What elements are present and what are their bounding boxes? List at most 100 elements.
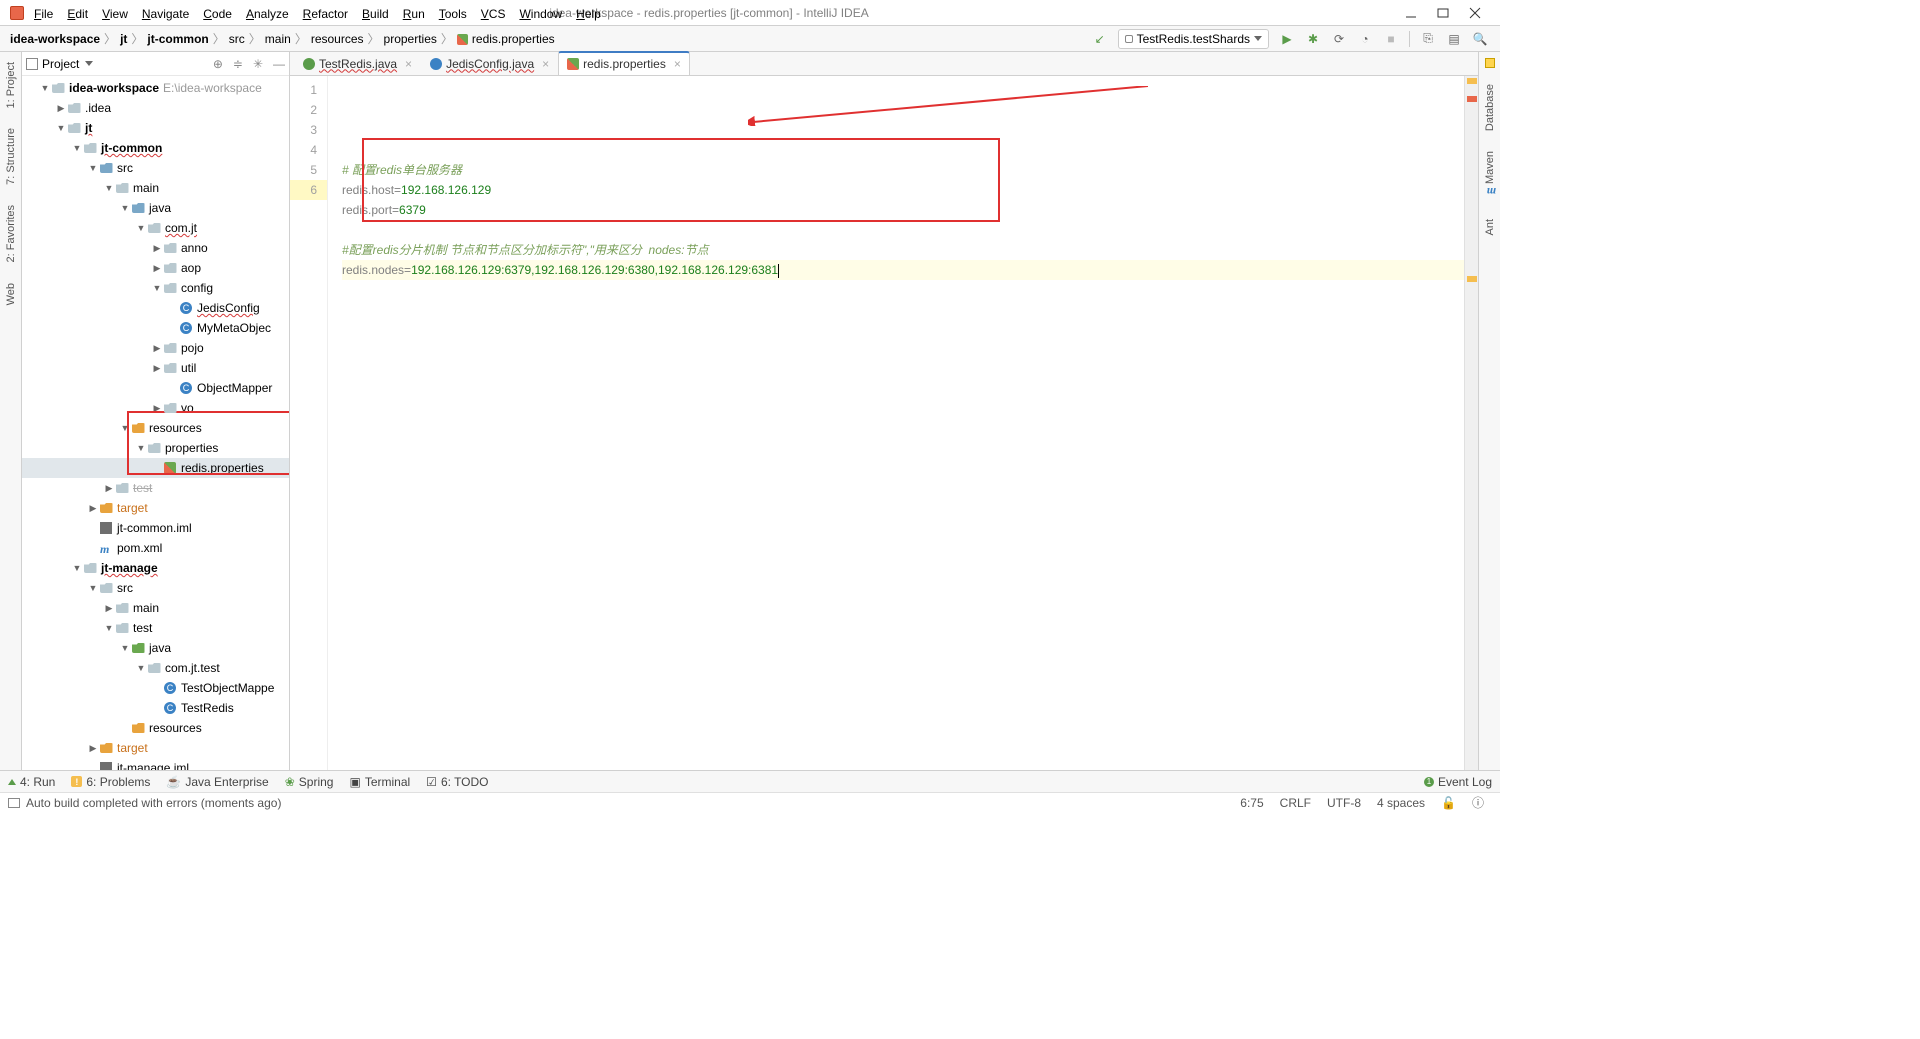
breadcrumb-item[interactable]: main bbox=[261, 32, 295, 46]
menu-build[interactable]: Build bbox=[356, 5, 395, 23]
tool-web[interactable]: Web bbox=[5, 279, 17, 309]
editor-tab[interactable]: TestRedis.java× bbox=[294, 51, 421, 75]
tree-item[interactable]: ▶pojo bbox=[22, 338, 289, 358]
bottom-tool-todo[interactable]: ☑6: TODO bbox=[426, 775, 488, 789]
code-line[interactable]: #配置redis分片机制 节点和节点区分加标示符","用来区分 nodes:节点 bbox=[342, 240, 1464, 260]
code-line[interactable]: redis.nodes=192.168.126.129:6379,192.168… bbox=[342, 260, 1464, 280]
tool-favorites[interactable]: 2: Favorites bbox=[5, 201, 17, 266]
profile-icon[interactable]: ◔ bbox=[1357, 31, 1373, 47]
tool-database[interactable]: Database bbox=[1484, 80, 1496, 135]
tool-ant[interactable]: Ant bbox=[1484, 215, 1496, 240]
breadcrumb-item[interactable]: properties bbox=[380, 32, 441, 46]
minimize-button[interactable] bbox=[1404, 6, 1418, 20]
tree-item[interactable]: CMyMetaObjec bbox=[22, 318, 289, 338]
menu-help[interactable]: Help bbox=[570, 5, 607, 23]
tree-item[interactable]: redis.properties bbox=[22, 458, 289, 478]
tree-item[interactable]: ▼config bbox=[22, 278, 289, 298]
editor-tab[interactable]: redis.properties× bbox=[558, 51, 690, 75]
tree-item[interactable]: ▼java bbox=[22, 638, 289, 658]
error-marker[interactable] bbox=[1467, 96, 1477, 102]
menu-edit[interactable]: Edit bbox=[61, 5, 94, 23]
project-panel-header[interactable]: Project ⊕ ≑ ✳ — bbox=[22, 52, 289, 76]
menu-code[interactable]: Code bbox=[197, 5, 238, 23]
bottom-tool-spring[interactable]: ❀Spring bbox=[285, 775, 334, 789]
editor-tab[interactable]: JedisConfig.java× bbox=[421, 51, 558, 75]
menu-navigate[interactable]: Navigate bbox=[136, 5, 195, 23]
tree-item[interactable]: ▼jt-common bbox=[22, 138, 289, 158]
close-tab-icon[interactable]: × bbox=[542, 57, 549, 71]
tree-item[interactable]: ▼resources bbox=[22, 418, 289, 438]
tree-item[interactable]: ▼com.jt bbox=[22, 218, 289, 238]
breadcrumb-item[interactable]: jt-common bbox=[143, 32, 212, 46]
code-line[interactable]: # 配置redis单台服务器 bbox=[342, 160, 1464, 180]
tool-maven[interactable]: m Maven bbox=[1484, 147, 1496, 203]
breadcrumb-item[interactable]: jt bbox=[116, 32, 131, 46]
tree-item[interactable]: CObjectMapper bbox=[22, 378, 289, 398]
run-icon[interactable]: ▶ bbox=[1279, 31, 1295, 47]
bottom-tool-terminal[interactable]: ▣Terminal bbox=[349, 775, 410, 789]
tree-item[interactable]: CTestRedis bbox=[22, 698, 289, 718]
tree-item[interactable]: ▼jt bbox=[22, 118, 289, 138]
code-line[interactable] bbox=[342, 220, 1464, 240]
project-structure-icon[interactable]: ▤ bbox=[1446, 31, 1462, 47]
project-tree[interactable]: ▼idea-workspaceE:\idea-workspace▶.idea▼j… bbox=[22, 76, 289, 770]
collapse-icon[interactable]: ≑ bbox=[233, 57, 243, 71]
tree-item[interactable]: mpom.xml bbox=[22, 538, 289, 558]
run-config-selector[interactable]: TestRedis.testShards bbox=[1118, 29, 1269, 49]
menu-file[interactable]: File bbox=[28, 5, 59, 23]
tree-item[interactable]: ▼properties bbox=[22, 438, 289, 458]
menu-view[interactable]: View bbox=[96, 5, 134, 23]
settings-icon[interactable]: ✳ bbox=[253, 57, 263, 71]
bottom-tool-problems[interactable]: !6: Problems bbox=[71, 775, 150, 789]
tree-item[interactable]: ▶target bbox=[22, 738, 289, 758]
tree-item[interactable]: jt-common.iml bbox=[22, 518, 289, 538]
encoding[interactable]: UTF-8 bbox=[1319, 796, 1369, 810]
tree-item[interactable]: ▶util bbox=[22, 358, 289, 378]
breadcrumb-item[interactable]: src bbox=[225, 32, 249, 46]
code-line[interactable]: redis.port=6379 bbox=[342, 200, 1464, 220]
tree-item[interactable]: ▶target bbox=[22, 498, 289, 518]
code-editor[interactable]: # 配置redis单台服务器redis.host=192.168.126.129… bbox=[328, 76, 1464, 770]
indent[interactable]: 4 spaces bbox=[1369, 796, 1433, 810]
search-icon[interactable]: 🔍 bbox=[1472, 31, 1488, 47]
stop-icon[interactable]: ■ bbox=[1383, 31, 1399, 47]
menu-run[interactable]: Run bbox=[397, 5, 431, 23]
tree-item[interactable]: ▶anno bbox=[22, 238, 289, 258]
memory-indicator[interactable]: ⓘ bbox=[1464, 794, 1492, 811]
code-line[interactable]: redis.host=192.168.126.129 bbox=[342, 180, 1464, 200]
tree-item[interactable]: ▼src bbox=[22, 578, 289, 598]
menu-vcs[interactable]: VCS bbox=[475, 5, 512, 23]
tree-item[interactable]: ▼idea-workspaceE:\idea-workspace bbox=[22, 78, 289, 98]
warning-marker[interactable] bbox=[1467, 78, 1477, 84]
tree-item[interactable]: ▼test bbox=[22, 618, 289, 638]
tree-item[interactable]: jt-manage.iml bbox=[22, 758, 289, 770]
breadcrumb-item[interactable]: resources bbox=[307, 32, 368, 46]
bottom-tool-javaenterprise[interactable]: ☕Java Enterprise bbox=[166, 775, 268, 789]
breadcrumb-item[interactable]: idea-workspace bbox=[6, 32, 104, 46]
bottom-tool-run[interactable]: 4: Run bbox=[8, 775, 55, 789]
tree-item[interactable]: ▼jt-manage bbox=[22, 558, 289, 578]
tree-item[interactable]: ▶aop bbox=[22, 258, 289, 278]
debug-icon[interactable]: ✱ bbox=[1305, 31, 1321, 47]
locate-icon[interactable]: ⊕ bbox=[213, 57, 223, 71]
coverage-icon[interactable]: ⟳ bbox=[1331, 31, 1347, 47]
tree-item[interactable]: resources bbox=[22, 718, 289, 738]
event-log-button[interactable]: 1 Event Log bbox=[1424, 775, 1492, 789]
tree-item[interactable]: ▼java bbox=[22, 198, 289, 218]
menu-refactor[interactable]: Refactor bbox=[297, 5, 354, 23]
menu-analyze[interactable]: Analyze bbox=[240, 5, 295, 23]
tree-item[interactable]: ▶main bbox=[22, 598, 289, 618]
build-icon[interactable]: ↙ bbox=[1092, 31, 1108, 47]
close-button[interactable] bbox=[1468, 6, 1482, 20]
vcs-icon[interactable]: ⎘ bbox=[1420, 31, 1436, 47]
tree-item[interactable]: CTestObjectMappe bbox=[22, 678, 289, 698]
close-tab-icon[interactable]: × bbox=[405, 57, 412, 71]
tree-item[interactable]: ▼main bbox=[22, 178, 289, 198]
status-indicator-icon[interactable] bbox=[8, 798, 20, 808]
editor-scrollbar[interactable] bbox=[1464, 76, 1478, 770]
tree-item[interactable]: ▶vo bbox=[22, 398, 289, 418]
tree-item[interactable]: CJedisConfig bbox=[22, 298, 289, 318]
readonly-lock-icon[interactable]: 🔓 bbox=[1433, 796, 1464, 810]
hide-icon[interactable]: — bbox=[273, 57, 285, 71]
tree-item[interactable]: ▼src bbox=[22, 158, 289, 178]
